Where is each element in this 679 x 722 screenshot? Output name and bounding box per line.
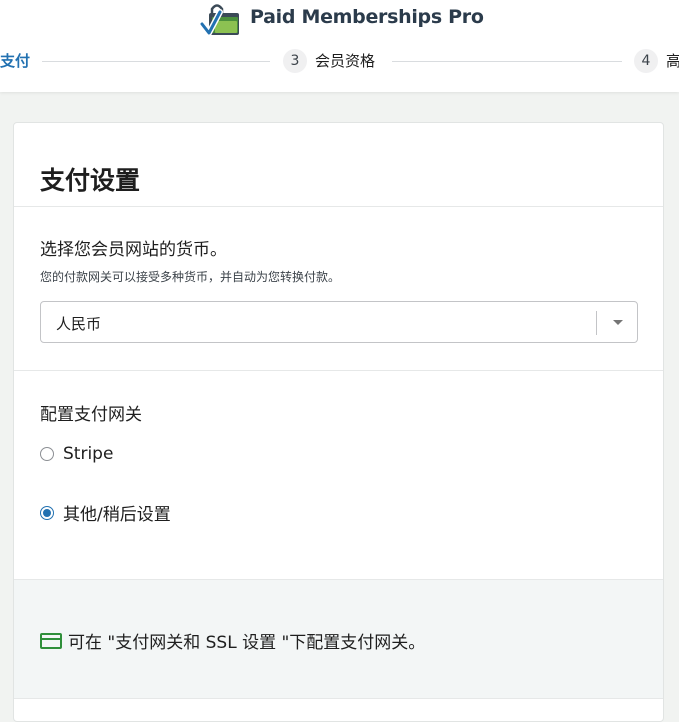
page-title: 支付设置 — [40, 166, 141, 195]
divider — [14, 206, 663, 207]
gateway-note: 可在 "支付网关和 SSL 设置 "下配置支付网关。 — [40, 628, 425, 653]
brand-name: Paid Memberships Pro — [250, 6, 484, 28]
wizard-steps: 支付 3 会员资格 4 高 — [0, 46, 679, 76]
chevron-down-icon[interactable] — [613, 320, 623, 325]
gateway-note-text: 可在 "支付网关和 SSL 设置 "下配置支付网关。 — [68, 633, 426, 653]
other-radio[interactable] — [40, 505, 54, 520]
step-advanced-label[interactable]: 高 — [666, 50, 679, 71]
step-connector — [392, 61, 622, 62]
brand-logo: Paid Memberships Pro — [200, 0, 484, 40]
payment-settings-card: 支付设置 选择您会员网站的货币。 您的付款网关可以接受多种货币，并自动为您转换付… — [13, 122, 664, 722]
brand-logo-icon — [200, 4, 239, 36]
select-separator — [596, 311, 597, 335]
gateway-option-label: Stripe — [63, 444, 114, 464]
currency-select[interactable]: 人民币 — [40, 301, 638, 343]
gateway-option-stripe[interactable]: Stripe — [40, 444, 113, 464]
step-connector — [42, 61, 270, 62]
stripe-radio[interactable] — [40, 447, 54, 461]
wizard-header: Paid Memberships Pro 支付 3 会员资格 4 高 — [0, 0, 679, 92]
credit-card-icon — [40, 632, 62, 649]
step-payment-label[interactable]: 支付 — [0, 50, 30, 71]
gateway-note-panel: 可在 "支付网关和 SSL 设置 "下配置支付网关。 — [14, 579, 663, 699]
step-membership-label[interactable]: 会员资格 — [315, 50, 375, 71]
currency-select-value: 人民币 — [56, 315, 102, 333]
step-4-number: 4 — [634, 49, 658, 73]
currency-help-text: 您的付款网关可以接受多种货币，并自动为您转换付款。 — [40, 270, 341, 284]
gateway-option-label: 其他/稍后设置 — [63, 505, 171, 525]
gateway-heading: 配置支付网关 — [40, 405, 142, 425]
currency-heading: 选择您会员网站的货币。 — [40, 240, 227, 260]
divider — [14, 370, 663, 371]
gateway-option-other[interactable]: 其他/稍后设置 — [40, 500, 171, 525]
step-3-number: 3 — [283, 49, 307, 73]
